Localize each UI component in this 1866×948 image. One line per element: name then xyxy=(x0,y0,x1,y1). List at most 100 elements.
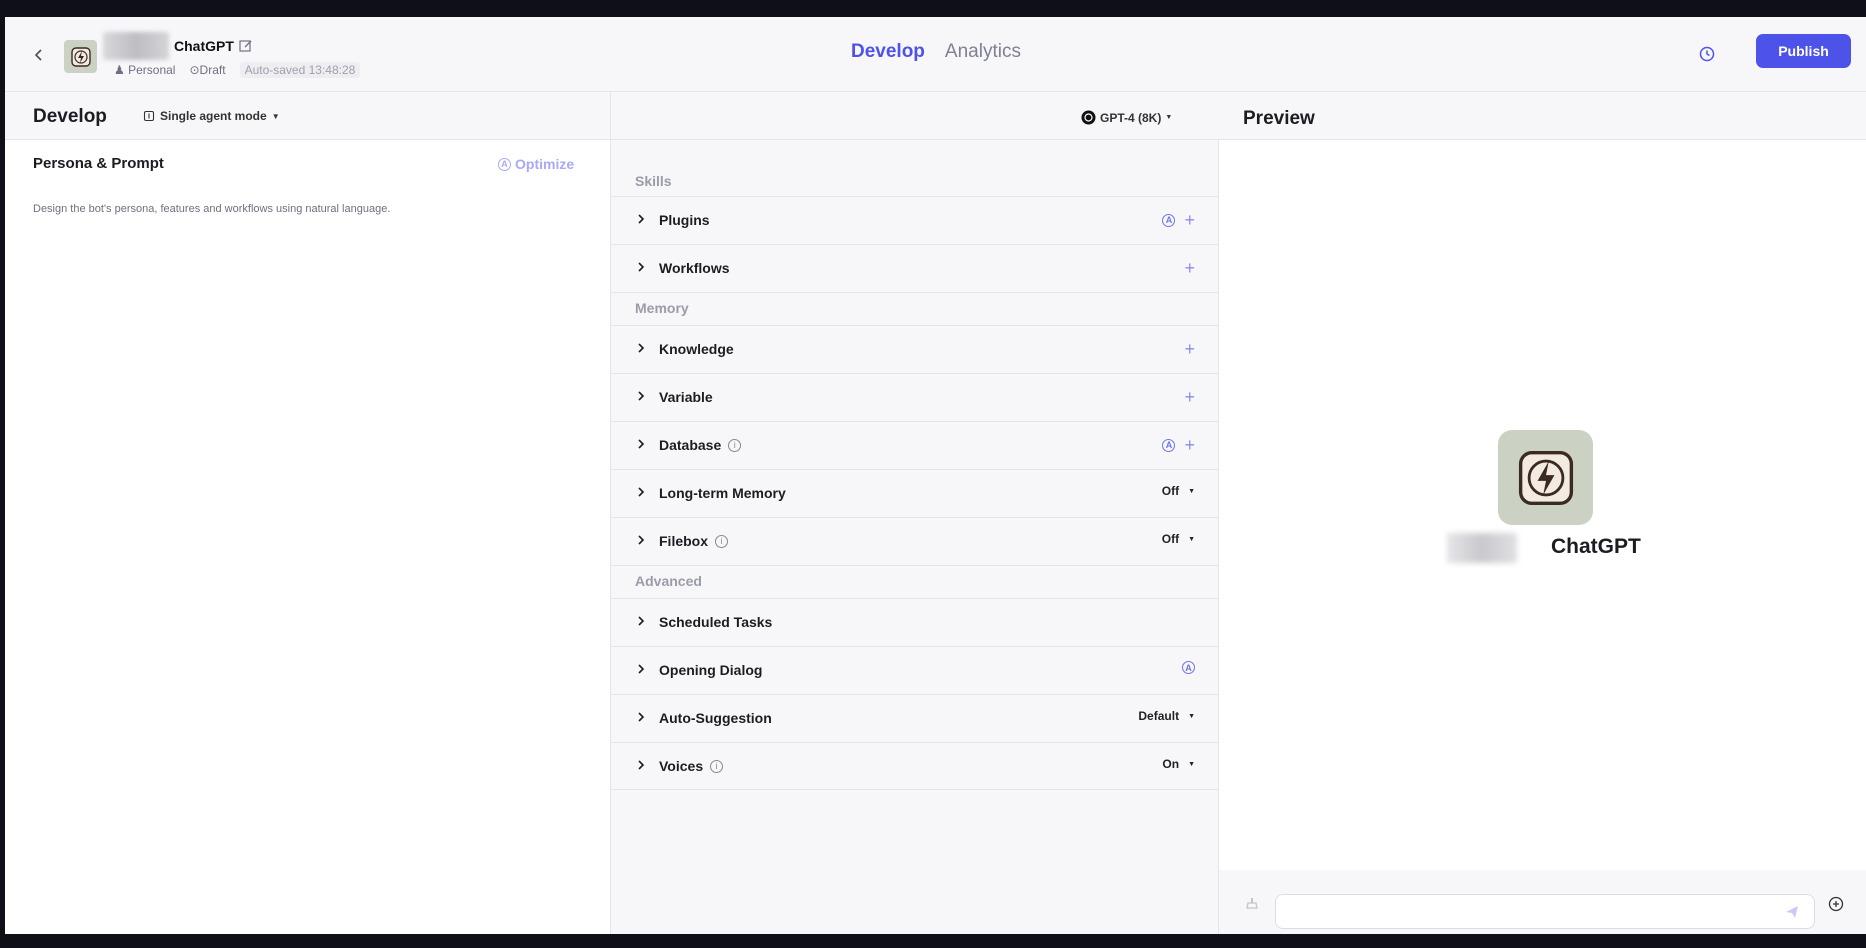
chevron-right-icon xyxy=(638,391,645,401)
chevron-right-icon xyxy=(638,712,645,722)
row-scheduled-tasks[interactable]: Scheduled Tasks xyxy=(611,598,1219,646)
chevron-right-icon xyxy=(638,487,645,497)
lightning-logo-icon xyxy=(1518,450,1573,505)
section-advanced-row: Advanced xyxy=(611,565,1219,598)
row-label: Voices xyxy=(659,758,704,774)
add-icon[interactable]: + xyxy=(1184,436,1195,454)
add-circle-icon[interactable] xyxy=(1828,896,1844,912)
row-filebox[interactable]: Filebox i Off ▼ xyxy=(611,517,1219,565)
agent-mode-icon xyxy=(143,110,155,122)
caret-down-icon: ▼ xyxy=(1165,114,1173,121)
chevron-right-icon xyxy=(638,535,645,545)
row-auto-suggestion[interactable]: Auto-Suggestion Default ▼ xyxy=(611,694,1219,742)
row-plugins[interactable]: Plugins A + xyxy=(611,196,1219,244)
send-icon[interactable] xyxy=(1784,904,1800,920)
row-database[interactable]: Database i A + xyxy=(611,421,1219,469)
row-label: Filebox xyxy=(659,533,709,549)
info-icon[interactable]: i xyxy=(728,438,742,452)
tab-develop[interactable]: Develop xyxy=(851,41,925,63)
caret-down-icon: ▼ xyxy=(1188,760,1195,768)
value-label: Off xyxy=(1161,484,1180,498)
space-info: ♟ Personal xyxy=(114,63,175,77)
value-dropdown[interactable]: Off ▼ xyxy=(1162,532,1195,546)
history-icon[interactable] xyxy=(1697,44,1717,64)
status-info: ⊙Draft xyxy=(189,63,225,77)
value-dropdown[interactable]: On ▼ xyxy=(1162,757,1195,771)
add-icon[interactable]: + xyxy=(1184,211,1195,229)
chevron-right-icon xyxy=(638,664,645,674)
preview-panel: Preview ChatGPT xyxy=(1219,92,1866,934)
auto-icon[interactable]: A xyxy=(1162,213,1176,227)
agent-mode-label: Single agent mode xyxy=(160,109,267,123)
model-label: GPT-4 (8K) xyxy=(1100,110,1162,125)
row-variable[interactable]: Variable + xyxy=(611,373,1219,421)
row-label: Auto-Suggestion xyxy=(659,710,772,726)
optimize-label: Optimize xyxy=(515,156,575,172)
edit-icon[interactable] xyxy=(238,38,254,54)
value-label: Default xyxy=(1138,709,1180,723)
status-label: Draft xyxy=(199,63,226,77)
add-icon[interactable]: + xyxy=(1184,340,1195,358)
clear-history-icon[interactable] xyxy=(1244,895,1260,911)
add-icon[interactable]: + xyxy=(1184,388,1195,406)
row-opening-dialog[interactable]: Opening Dialog A xyxy=(611,646,1219,694)
optimize-button[interactable]: A Optimize xyxy=(498,156,574,172)
app-window: ChatGPT ♟ Personal ⊙Draft Auto-saved 13:… xyxy=(5,17,1866,934)
back-arrow-icon[interactable] xyxy=(27,43,51,67)
develop-title: Develop xyxy=(33,106,107,127)
auto-icon[interactable]: A xyxy=(1182,661,1195,674)
row-label: Workflows xyxy=(659,260,730,276)
row-label: Plugins xyxy=(659,212,710,228)
row-long-term-memory[interactable]: Long-term Memory Off ▼ xyxy=(611,469,1219,517)
tab-analytics[interactable]: Analytics xyxy=(945,41,1021,63)
main-tabs: Develop Analytics xyxy=(851,41,1021,63)
develop-toolbar: Develop Single agent mode ▼ xyxy=(5,92,610,140)
row-label: Scheduled Tasks xyxy=(659,614,773,630)
blurred-bot-name xyxy=(1447,533,1517,563)
draft-icon: ⊙ xyxy=(189,63,200,77)
row-label: Opening Dialog xyxy=(659,662,763,678)
chat-input[interactable] xyxy=(1275,894,1815,929)
value-dropdown[interactable]: Default ▼ xyxy=(1138,709,1195,723)
bot-avatar[interactable] xyxy=(64,40,97,73)
row-workflows[interactable]: Workflows + xyxy=(611,244,1219,292)
publish-button[interactable]: Publish xyxy=(1756,34,1851,68)
skills-panel: Skills Plugins A + Workflows + Memory Kn… xyxy=(611,92,1219,934)
chevron-right-icon xyxy=(638,214,645,224)
preview-bot-name: ChatGPT xyxy=(1551,535,1641,558)
model-dropdown[interactable]: GPT-4 (8K) ▼ xyxy=(1081,110,1172,125)
chevron-right-icon xyxy=(638,760,645,770)
add-icon[interactable]: + xyxy=(1184,259,1195,277)
info-icon[interactable]: i xyxy=(710,759,724,773)
caret-down-icon: ▼ xyxy=(1188,535,1195,543)
section-memory: Memory xyxy=(635,300,689,316)
row-label: Variable xyxy=(659,389,713,405)
preview-bot-avatar xyxy=(1498,430,1593,525)
auto-icon[interactable]: A xyxy=(1162,438,1176,452)
value-label: Off xyxy=(1161,532,1180,546)
row-knowledge[interactable]: Knowledge + xyxy=(611,325,1219,373)
agent-mode-dropdown[interactable]: Single agent mode ▼ xyxy=(143,109,280,123)
info-icon[interactable]: i xyxy=(715,534,729,548)
row-label: Knowledge xyxy=(659,341,734,357)
bot-name: ChatGPT xyxy=(174,38,234,54)
persona-title: Persona & Prompt xyxy=(33,155,164,172)
bot-meta: ♟ Personal ⊙Draft Auto-saved 13:48:28 xyxy=(114,62,361,78)
row-label: Long-term Memory xyxy=(659,485,786,501)
value-label: On xyxy=(1162,757,1180,771)
chevron-right-icon xyxy=(638,616,645,626)
preview-title: Preview xyxy=(1243,108,1315,129)
autosave-badge: Auto-saved 13:48:28 xyxy=(239,62,361,78)
blurred-bot-name xyxy=(103,32,169,60)
row-voices[interactable]: Voices i On ▼ xyxy=(611,742,1219,790)
persona-description[interactable]: Design the bot's persona, features and w… xyxy=(33,203,390,215)
section-skills: Skills xyxy=(635,173,672,189)
preview-toolbar: Preview xyxy=(1219,92,1866,140)
value-dropdown[interactable]: Off ▼ xyxy=(1162,484,1195,498)
caret-down-icon: ▼ xyxy=(1188,712,1195,720)
caret-down-icon: ▼ xyxy=(1188,487,1195,495)
top-bar: ChatGPT ♟ Personal ⊙Draft Auto-saved 13:… xyxy=(5,17,1866,92)
caret-down-icon: ▼ xyxy=(271,111,280,121)
chevron-right-icon xyxy=(638,262,645,272)
chevron-right-icon xyxy=(638,439,645,449)
